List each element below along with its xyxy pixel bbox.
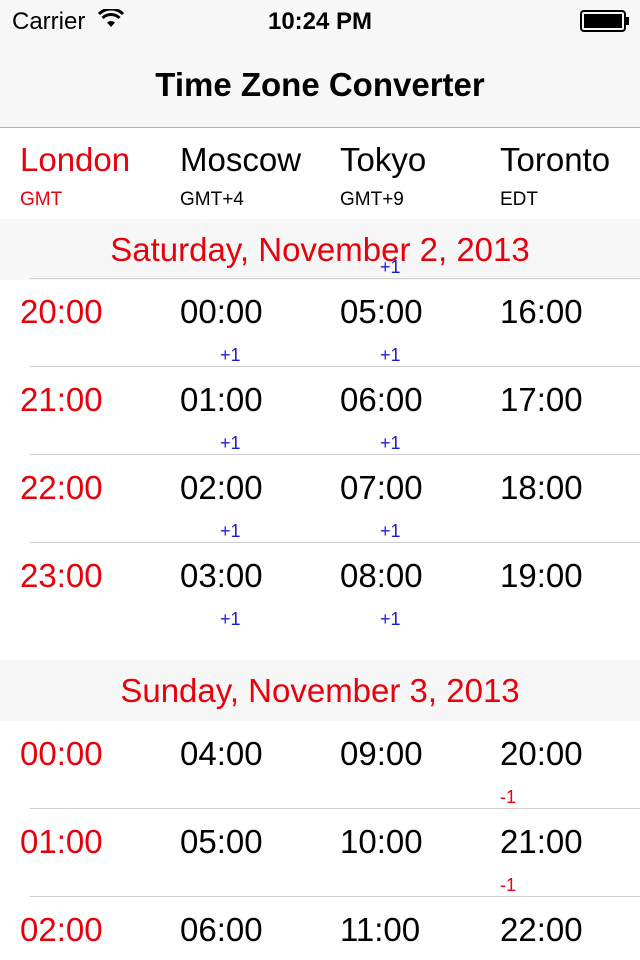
time-cell: 02:00 +1: [180, 469, 263, 541]
time-cell: 19:00: [500, 557, 583, 594]
table-row[interactable]: 20:00 00:00 +1 05:00 +1 16:00: [0, 279, 640, 367]
date-section-header: Sunday, November 3, 2013: [0, 660, 640, 721]
page-title: Time Zone Converter: [155, 66, 485, 103]
zone-header: London GMT Moscow GMT+4 Tokyo GMT+9 Toro…: [0, 129, 640, 219]
day-offset-label: +1: [380, 433, 401, 453]
day-offset-label: +1: [220, 609, 241, 629]
time-cell: 06:00: [180, 911, 263, 948]
time-cell: 11:00: [340, 911, 421, 948]
table-row[interactable]: 21:00 01:00 +1 06:00 +1 17:00: [0, 367, 640, 455]
battery-icon: [580, 10, 629, 32]
day-offset-label: -1: [500, 787, 517, 807]
time-cell: 01:00 +1: [180, 381, 263, 453]
time-cell: 00:00: [20, 735, 103, 772]
time-cell: 21:00 -1: [500, 823, 583, 895]
status-bar: Carrier 10:24 PM: [0, 0, 640, 40]
time-cell: 22:00-1: [500, 911, 583, 948]
day-offset-label: +1: [380, 521, 401, 541]
zone-city-label: Moscow: [180, 141, 302, 178]
zone-moscow[interactable]: Moscow GMT+4: [180, 141, 340, 211]
time-cell: 23:00: [20, 557, 103, 594]
zone-city-label: Tokyo: [340, 141, 427, 178]
time-cell: 07:00 +1: [340, 469, 423, 541]
table-row[interactable]: 23:00 03:00 +1 08:00 +1 19:00: [0, 543, 640, 631]
status-time: 10:24 PM: [267, 8, 373, 35]
time-table[interactable]: Saturday, November 2, 2013 +1 20:00 00:0…: [0, 219, 640, 960]
zone-london[interactable]: London GMT: [20, 141, 180, 211]
time-cell: 03:00 +1: [180, 557, 263, 629]
table-row[interactable]: 01:00 05:00 10:00 21:00 -1: [0, 809, 640, 897]
zone-toronto[interactable]: Toronto EDT: [500, 141, 640, 211]
day-offset-label: +1: [220, 433, 241, 453]
time-cell: 01:00: [20, 823, 103, 860]
zone-city-label: Toronto: [500, 141, 611, 178]
time-cell: 08:00 +1: [340, 557, 423, 629]
zone-offset-label: GMT: [20, 189, 63, 210]
time-cell: 05:00 +1: [340, 293, 423, 365]
time-cell: 02:00: [20, 911, 103, 948]
time-cell: 06:00 +1: [340, 381, 423, 453]
zone-offset-label: GMT+9: [340, 189, 404, 210]
day-offset-label: +1: [380, 257, 401, 277]
navigation-bar: Time Zone Converter: [0, 40, 640, 128]
table-row[interactable]: +1: [0, 219, 640, 279]
day-offset-label: +1: [380, 345, 401, 365]
time-cell: 04:00: [180, 735, 263, 772]
time-cell: 05:00: [180, 823, 263, 860]
time-cell: 16:00: [500, 293, 583, 330]
time-cell: 21:00: [20, 381, 103, 418]
time-cell: 20:00 -1: [500, 735, 583, 807]
day-offset-label: -1: [500, 875, 517, 895]
zone-tokyo[interactable]: Tokyo GMT+9: [340, 141, 500, 211]
time-cell: 17:00: [500, 381, 583, 418]
day-offset-label: +1: [220, 521, 241, 541]
time-cell: 18:00: [500, 469, 583, 506]
zone-offset-label: GMT+4: [180, 189, 244, 210]
table-row[interactable]: 22:00 02:00 +1 07:00 +1 18:00: [0, 455, 640, 543]
time-cell: 00:00 +1: [180, 293, 263, 365]
day-offset-label: +1: [380, 609, 401, 629]
table-row[interactable]: 02:00 06:00 11:00 22:00-1: [0, 897, 640, 960]
zone-city-label: London: [20, 141, 131, 178]
time-cell: 20:00: [20, 293, 103, 330]
day-offset-label: +1: [220, 345, 241, 365]
time-cell: 10:00: [340, 823, 423, 860]
table-row[interactable]: 00:00 04:00 09:00 20:00 -1: [0, 721, 640, 809]
time-cell: 09:00: [340, 735, 423, 772]
time-cell: 22:00: [20, 469, 103, 506]
zone-offset-label: EDT: [500, 189, 538, 210]
